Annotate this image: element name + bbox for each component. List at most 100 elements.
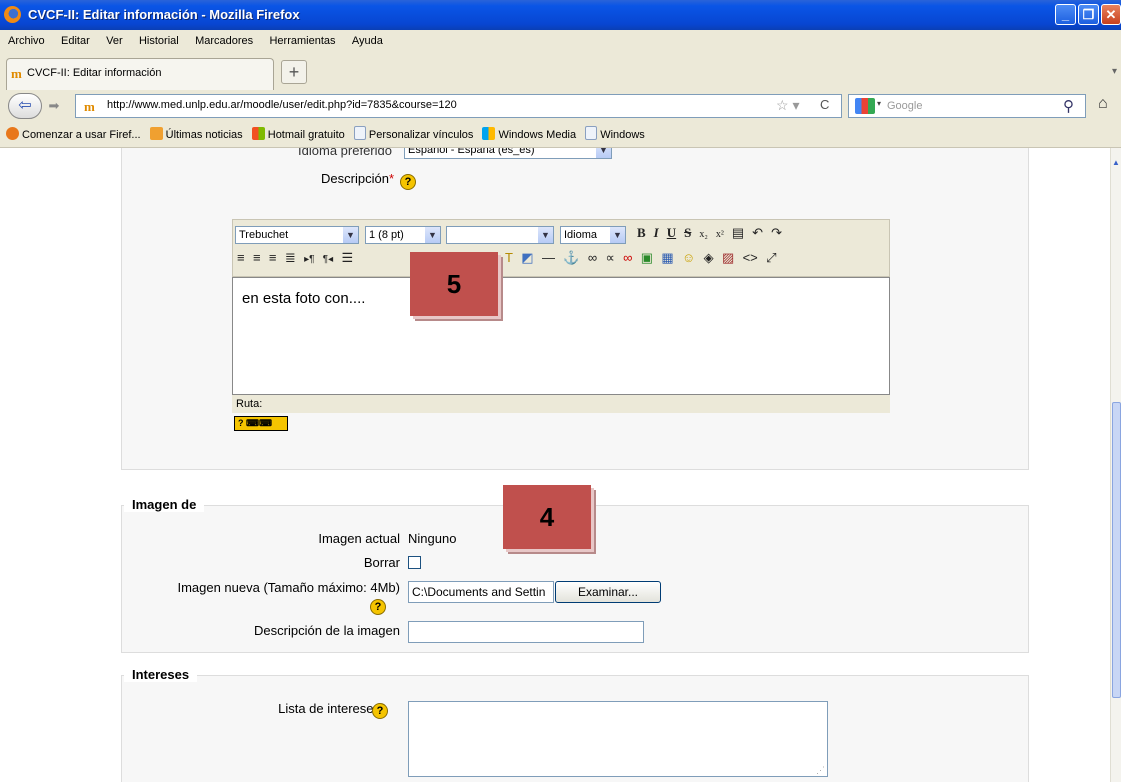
style-select[interactable]: ▼ [446, 226, 554, 244]
bookmark-hotmail[interactable]: Hotmail gratuito [251, 127, 345, 141]
menu-ayuda[interactable]: Ayuda [352, 35, 383, 47]
forward-button[interactable]: ➡ [44, 96, 64, 116]
bookmark-ultimas-noticias[interactable]: Últimas noticias [149, 127, 243, 141]
editor-content[interactable]: en esta foto con.... [242, 290, 365, 307]
bookmark-comenzar[interactable]: Comenzar a usar Firef... [6, 127, 141, 141]
menu-bar: Archivo Editar Ver Historial Marcadores … [0, 30, 1121, 52]
url-text[interactable]: http://www.med.unlp.edu.ar/moodle/user/e… [107, 99, 457, 111]
link-icon[interactable]: ∞ [588, 250, 597, 265]
lista-intereses-textarea[interactable]: ⋰ [408, 701, 828, 777]
language-select[interactable]: Idioma ▼ [560, 226, 626, 244]
resize-grip-icon[interactable]: ⋰ [816, 765, 825, 776]
ordered-list-icon[interactable]: ☰ [342, 250, 354, 266]
menu-marcadores[interactable]: Marcadores [195, 35, 253, 47]
bold-button[interactable]: B [637, 225, 646, 241]
strikethrough-button[interactable]: S [684, 225, 691, 241]
address-bar[interactable]: m http://www.med.unlp.edu.ar/moodle/user… [75, 94, 842, 118]
html-source-icon[interactable]: <> [743, 250, 758, 265]
redo-icon[interactable]: ↷ [771, 225, 782, 241]
tab-label: CVCF-II: Editar información [27, 67, 162, 79]
close-button[interactable]: ✕ [1101, 4, 1121, 25]
html-editor: Trebuchet ▼ 1 (8 pt) ▼ ▼ Idioma ▼ B I U S x… [232, 219, 890, 431]
nolink-icon[interactable]: ∞ [623, 250, 632, 265]
size-select[interactable]: 1 (8 pt) ▼ [365, 226, 441, 244]
table-icon[interactable]: ▦ [661, 250, 673, 266]
bookmark-personalizar[interactable]: Personalizar vínculos [353, 126, 473, 141]
firefox-logo-icon [4, 6, 21, 23]
browse-button[interactable]: Examinar... [555, 581, 661, 603]
text-color-icon[interactable]: T [505, 250, 513, 265]
editor-textarea[interactable]: en esta foto con.... [232, 277, 890, 395]
borrar-checkbox[interactable] [408, 556, 421, 569]
maximize-button[interactable]: ❐ [1078, 4, 1099, 25]
home-icon[interactable]: ⌂ [1098, 95, 1108, 113]
page-icon [353, 126, 366, 140]
moodle-favicon-icon: m [11, 66, 22, 81]
justify-icon[interactable]: ≣ [285, 250, 296, 266]
search-icon[interactable]: ⚲ [1063, 97, 1074, 115]
ltr-icon[interactable]: ▸¶ [304, 254, 314, 265]
descripcion-imagen-input[interactable] [408, 621, 644, 643]
menu-herramientas[interactable]: Herramientas [269, 35, 335, 47]
imagen-actual-value: Ninguno [408, 531, 457, 546]
google-engine-icon[interactable] [855, 98, 875, 114]
superscript-button[interactable]: x² [716, 229, 724, 240]
special-char-icon[interactable]: ◈ [704, 250, 714, 266]
search-bar[interactable]: ▾ Google ⚲ [848, 94, 1086, 118]
rtl-icon[interactable]: ¶◂ [323, 254, 333, 265]
align-right-icon[interactable]: ≡ [269, 250, 277, 265]
file-path-input[interactable]: C:\Documents and Settin [408, 581, 554, 603]
window-title: CVCF-II: Editar información - Mozilla Fi… [28, 7, 300, 22]
undo-icon[interactable]: ↶ [752, 225, 763, 241]
underline-button[interactable]: U [667, 225, 676, 241]
font-select[interactable]: Trebuchet ▼ [235, 226, 359, 244]
smiley-icon[interactable]: ☺ [682, 250, 695, 265]
menu-historial[interactable]: Historial [139, 35, 179, 47]
chevron-down-icon: ▼ [425, 227, 440, 243]
menu-archivo[interactable]: Archivo [8, 35, 45, 47]
insert-buttons: T ◩ — ⚓ ∞ ∝ ∞ ▣ ▦ ☺ ◈ ▨ <> ⤢ [505, 250, 782, 266]
tab-list-icon[interactable]: ▾ [1112, 66, 1117, 77]
back-button[interactable]: ⇦ [8, 93, 42, 119]
minimize-button[interactable]: _ [1055, 4, 1076, 25]
help-icon[interactable]: ? [400, 174, 416, 190]
tab-editar-informacion[interactable]: m CVCF-II: Editar información [6, 58, 274, 90]
scrollbar-thumb[interactable] [1112, 402, 1121, 698]
align-center-icon[interactable]: ≡ [253, 250, 261, 265]
bookmark-windows[interactable]: Windows [585, 126, 645, 141]
help-icon[interactable]: ? [370, 599, 386, 615]
bookmark-star-icon[interactable]: ☆ ▾ [776, 97, 799, 114]
idioma-select[interactable]: Español - España (es_es) ▼ [404, 148, 612, 159]
scroll-up-icon[interactable]: ▲ [1112, 158, 1120, 167]
unlink-icon[interactable]: ∝ [605, 250, 614, 266]
help-icon[interactable]: ? [372, 703, 388, 719]
search-replace-icon[interactable]: ▨ [722, 250, 734, 266]
window-title-bar: CVCF-II: Editar información - Mozilla Fi… [0, 0, 1121, 30]
subscript-button[interactable]: x₂ [699, 229, 708, 240]
search-placeholder: Google [887, 100, 923, 112]
clean-word-icon[interactable]: ▤ [732, 225, 744, 241]
new-tab-button[interactable]: + [281, 60, 307, 84]
fullscreen-icon[interactable]: ⤢ [766, 250, 776, 266]
imagen-actual-label: Imagen actual [318, 531, 400, 546]
page-content: Idioma preferido Español - España (es_es… [0, 148, 1110, 782]
site-identity-icon[interactable]: m [84, 100, 99, 113]
menu-editar[interactable]: Editar [61, 35, 90, 47]
image-icon[interactable]: ▣ [641, 250, 653, 266]
anchor-icon[interactable]: ⚓ [563, 250, 579, 266]
bookmark-windows-media[interactable]: Windows Media [482, 127, 576, 141]
horizontal-rule-icon[interactable]: — [542, 250, 555, 265]
align-left-icon[interactable]: ≡ [237, 250, 245, 265]
italic-button[interactable]: I [654, 225, 659, 241]
intereses-fieldset: Intereses Lista de intereses ? ⋰ [121, 667, 1029, 782]
tab-bar: m CVCF-II: Editar información + ▾ [0, 52, 1121, 92]
annotation-badge-4: 4 [503, 485, 591, 549]
reload-icon[interactable]: C [820, 97, 829, 112]
editor-help-keyboard-icon[interactable]: ? ⌨⌨ [234, 416, 288, 431]
bg-color-icon[interactable]: ◩ [521, 250, 533, 266]
imagen-nueva-label: Imagen nueva (Tamaño máximo: 4Mb) [177, 580, 400, 595]
descripcion-label: Descripción* [321, 171, 394, 186]
page-scrollbar[interactable]: ▲ [1110, 148, 1121, 782]
format-buttons: B I U S x₂ x² ▤ ↶ ↷ [637, 225, 787, 241]
menu-ver[interactable]: Ver [106, 35, 123, 47]
